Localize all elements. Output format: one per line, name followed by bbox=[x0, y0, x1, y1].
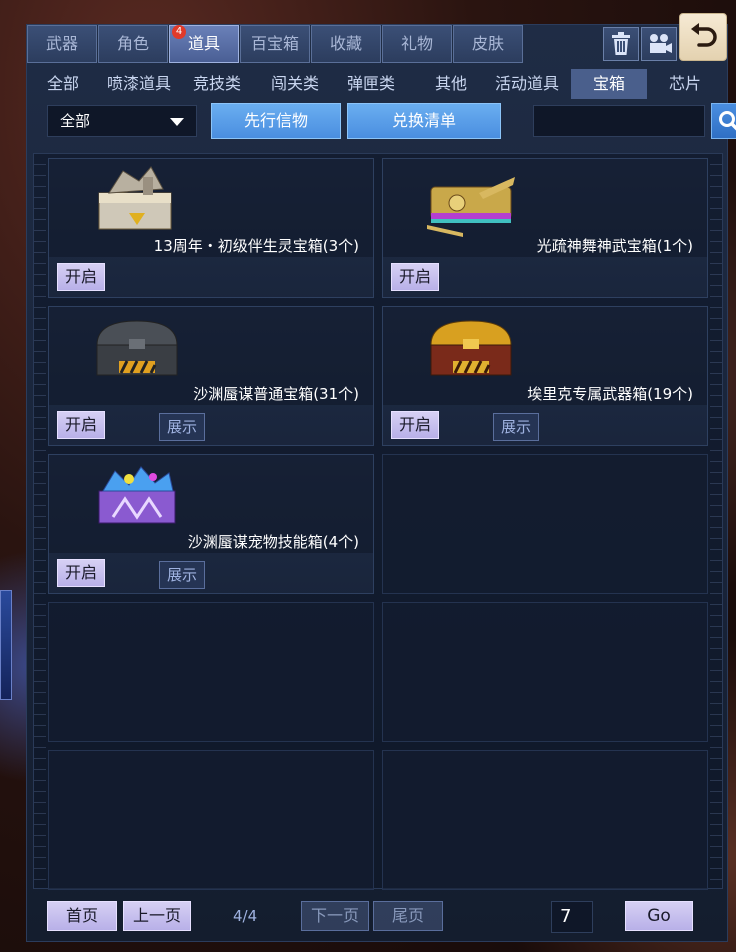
search-input[interactable] bbox=[533, 105, 705, 137]
tab-gifts[interactable]: 礼物 bbox=[382, 25, 452, 63]
item-name: 沙渊蜃谋普通宝箱(31个) bbox=[193, 385, 359, 403]
tab-weapons[interactable]: 武器 bbox=[27, 25, 97, 63]
last-page-button[interactable]: 尾页 bbox=[373, 901, 443, 931]
prev-page-button[interactable]: 上一页 bbox=[123, 901, 191, 931]
tab-props[interactable]: 4 道具 bbox=[169, 25, 239, 63]
category-select[interactable]: 全部 bbox=[47, 105, 197, 137]
subtab-chest[interactable]: 宝箱 bbox=[571, 69, 647, 99]
ruler-decoration bbox=[710, 154, 722, 888]
page-number-input[interactable]: 7 bbox=[551, 901, 593, 933]
open-button[interactable]: 开启 bbox=[57, 263, 105, 291]
open-button[interactable]: 开启 bbox=[57, 559, 105, 587]
display-button[interactable]: 展示 bbox=[159, 413, 205, 441]
purple-gem-chest-icon bbox=[98, 466, 176, 524]
first-page-button[interactable]: 首页 bbox=[47, 901, 117, 931]
display-button[interactable]: 展示 bbox=[159, 561, 205, 589]
subtab-magazine[interactable]: 弹匣类 bbox=[347, 69, 395, 99]
tab-label: 百宝箱 bbox=[250, 34, 299, 53]
tab-collection[interactable]: 收藏 bbox=[311, 25, 381, 63]
subtab-stage[interactable]: 闯关类 bbox=[271, 69, 319, 99]
undo-arrow-icon bbox=[691, 23, 717, 47]
item-card[interactable]: 沙渊蜃谋普通宝箱(31个) 开启 展示 bbox=[48, 306, 374, 446]
page-indicator: 4/4 bbox=[233, 907, 258, 925]
tab-treasure-box[interactable]: 百宝箱 bbox=[240, 25, 310, 63]
tab-label: 皮肤 bbox=[471, 34, 504, 53]
item-card[interactable]: 13周年・初级伴生灵宝箱(3个) 开启 bbox=[48, 158, 374, 298]
tab-label: 角色 bbox=[116, 34, 149, 53]
search-icon bbox=[719, 111, 736, 131]
open-button[interactable]: 开启 bbox=[391, 411, 439, 439]
trash-button[interactable] bbox=[603, 27, 639, 61]
tab-skins[interactable]: 皮肤 bbox=[453, 25, 523, 63]
display-button[interactable]: 展示 bbox=[493, 413, 539, 441]
item-name: 13周年・初级伴生灵宝箱(3个) bbox=[153, 237, 359, 255]
item-grid: 13周年・初级伴生灵宝箱(3个) 开启 光疏神舞神武宝箱(1个) 开启 沙渊蜃谋… bbox=[33, 153, 723, 890]
inventory-panel: 武器 角色 4 道具 百宝箱 收藏 礼物 皮肤 全部 喷漆道具 竞技类 闯关类 … bbox=[26, 13, 736, 942]
notification-badge: 4 bbox=[172, 25, 186, 39]
item-card[interactable]: 沙渊蜃谋宠物技能箱(4个) 开启 展示 bbox=[48, 454, 374, 594]
empty-slot bbox=[382, 750, 708, 890]
select-value: 全部 bbox=[60, 112, 91, 130]
empty-slot bbox=[382, 454, 708, 594]
subtab-spray[interactable]: 喷漆道具 bbox=[107, 69, 171, 99]
tab-label: 武器 bbox=[45, 34, 78, 53]
item-card[interactable]: 埃里克专属武器箱(19个) 开启 展示 bbox=[382, 306, 708, 446]
golden-ornate-chest-icon bbox=[427, 177, 515, 237]
item-name: 沙渊蜃谋宠物技能箱(4个) bbox=[187, 533, 359, 551]
video-camera-icon bbox=[650, 34, 672, 53]
empty-slot bbox=[48, 750, 374, 890]
next-page-button[interactable]: 下一页 bbox=[301, 901, 369, 931]
go-button[interactable]: Go bbox=[625, 901, 693, 931]
preview-token-button[interactable]: 先行信物 bbox=[211, 103, 341, 139]
chevron-down-icon bbox=[170, 118, 184, 126]
silver-gold-chest-icon bbox=[98, 166, 172, 230]
tab-label: 礼物 bbox=[400, 34, 433, 53]
ruler-decoration bbox=[34, 154, 46, 888]
subtab-other[interactable]: 其他 bbox=[435, 69, 467, 99]
open-button[interactable]: 开启 bbox=[57, 411, 105, 439]
camera-button[interactable] bbox=[641, 27, 677, 61]
tab-label: 道具 bbox=[187, 34, 220, 53]
open-button[interactable]: 开启 bbox=[391, 263, 439, 291]
exchange-list-button[interactable]: 兑换清单 bbox=[347, 103, 501, 139]
subtab-chip[interactable]: 芯片 bbox=[669, 69, 701, 99]
item-card[interactable]: 光疏神舞神武宝箱(1个) 开启 bbox=[382, 158, 708, 298]
item-name: 光疏神舞神武宝箱(1个) bbox=[536, 237, 693, 255]
tab-characters[interactable]: 角色 bbox=[98, 25, 168, 63]
pagination: 首页 上一页 4/4 下一页 尾页 7 Go bbox=[47, 901, 727, 933]
subtab-all[interactable]: 全部 bbox=[47, 69, 79, 99]
trash-icon bbox=[612, 32, 630, 55]
subtab-competitive[interactable]: 竞技类 bbox=[193, 69, 241, 99]
side-character-art bbox=[0, 590, 12, 700]
top-tab-bar: 武器 角色 4 道具 百宝箱 收藏 礼物 皮肤 bbox=[27, 25, 524, 63]
subtab-event[interactable]: 活动道具 bbox=[495, 69, 559, 99]
empty-slot bbox=[382, 602, 708, 742]
empty-slot bbox=[48, 602, 374, 742]
item-name: 埃里克专属武器箱(19个) bbox=[527, 385, 693, 403]
back-button[interactable] bbox=[679, 13, 727, 61]
gray-hazard-chest-icon bbox=[96, 320, 178, 376]
tab-label: 收藏 bbox=[329, 34, 362, 53]
gold-hazard-chest-icon bbox=[430, 320, 512, 376]
search-button[interactable] bbox=[711, 103, 736, 139]
sub-tab-bar: 全部 喷漆道具 竞技类 闯关类 弹匣类 其他 活动道具 宝箱 芯片 bbox=[27, 69, 729, 99]
